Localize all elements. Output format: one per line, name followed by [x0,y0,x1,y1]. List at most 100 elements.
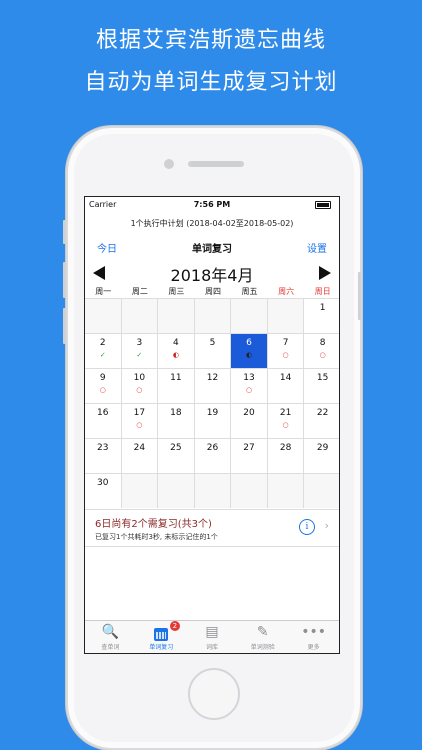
calendar-week-row: 2 ✓ 3 ✓ 4 ◐ 5 6 ◐ 7 ○ 8 ○ [85,333,339,368]
review-summary[interactable]: 6日尚有2个需复习(共3个) 已复习1个共耗时3秒, 未标示记住的1个 i › [85,509,339,547]
calendar-day-cell[interactable]: 27 [231,439,268,473]
day-number: 24 [133,443,146,453]
pending-circle-icon: ○ [282,421,289,429]
calendar-day-cell[interactable]: 14 [267,369,305,403]
calendar-day-cell[interactable]: 23 [85,439,122,473]
calendar-day-cell[interactable]: 16 [85,404,122,438]
day-number: 1 [319,303,326,313]
calendar-day-cell[interactable]: 22 [304,404,339,438]
calendar-empty-cell [304,474,339,508]
info-icon[interactable]: i [299,519,315,535]
tab-notebook[interactable]: ▤ 词库 [187,621,238,653]
tab-label: 更多 [307,644,320,651]
calendar-day-cell[interactable]: 25 [158,439,195,473]
review-summary-title: 6日尚有2个需复习(共3个) [95,519,212,530]
pending-circle-icon: ○ [282,351,289,359]
active-plan-label: 1个执行中计划 (2018-04-02至2018-05-02) [130,219,294,228]
calendar-day-cell[interactable]: 1 [304,299,339,333]
calendar-empty-cell [194,299,232,333]
nav-title: 单词复习 [192,244,232,255]
day-number: 16 [97,408,109,418]
tab-calendar[interactable]: 2 单词复习 [136,621,187,653]
tab-bar: 🔍 查单词 2 单词复习 ▤ 词库 ✎ 单词测验 ••• 更多 [85,620,339,653]
calendar-day-cell[interactable]: 26 [194,439,232,473]
day-number: 27 [243,443,255,453]
weekday-label: 周三 [168,287,185,296]
calendar-empty-cell [121,299,159,333]
day-number: 3 [136,338,143,348]
day-number: 4 [173,338,179,348]
tab-more[interactable]: ••• 更多 [288,621,339,653]
calendar-day-cell[interactable]: 30 [85,474,122,508]
weekday-label: 周五 [241,287,258,296]
calendar-day-cell[interactable]: 5 [194,334,232,368]
next-month-icon[interactable] [319,266,331,280]
weekday-label: 周六 [278,287,295,296]
weekday-label: 周一 [95,287,112,296]
more-icon: ••• [301,624,326,640]
tab-label: 单词测验 [250,644,275,651]
day-number: 13 [243,373,255,383]
calendar-day-cell[interactable]: 17 ○ [121,404,159,438]
status-bar: Carrier 7:56 PM [85,197,339,211]
day-number: 29 [316,443,329,453]
calendar-day-cell[interactable]: 3 ✓ [121,334,159,368]
tab-badge: 2 [169,621,180,631]
calendar-day-cell[interactable]: 19 [194,404,232,438]
calendar-day-cell[interactable]: 10 ○ [121,369,159,403]
calendar-day-cell[interactable]: 2 ✓ [85,334,122,368]
home-button[interactable] [188,668,240,720]
calendar-empty-cell [231,299,268,333]
calendar-day-cell[interactable]: 24 [121,439,159,473]
calendar-week-row: 16 17 ○ 18 19 20 21 ○ 22 [85,403,339,438]
check-icon: ✓ [136,351,143,359]
pending-circle-icon: ○ [245,386,253,394]
calendar-day-cell[interactable]: 7 ○ [267,334,305,368]
headline-line-2: 自动为单词生成复习计划 [84,70,338,95]
calendar-day-cell[interactable]: 9 ○ [85,369,122,403]
pending-circle-icon: ○ [319,351,326,359]
calendar-day-cell[interactable]: 18 [158,404,195,438]
tab-magnifier[interactable]: 🔍 查单词 [85,621,136,653]
calendar-day-cell[interactable]: 8 ○ [304,334,339,368]
calendar-day-cell[interactable]: 20 [231,404,268,438]
settings-button[interactable]: 设置 [307,240,327,255]
calendar-empty-cell [121,474,159,508]
calendar-day-cell[interactable]: 29 [304,439,339,473]
day-number: 14 [279,373,292,383]
day-number: 8 [319,338,326,348]
calendar-empty-cell [267,474,305,508]
calendar-day-cell[interactable]: 15 [304,369,339,403]
notebook-icon: ▤ [205,624,219,640]
review-summary-subtitle: 已复习1个共耗时3秒, 未标示记住的1个 [95,533,218,541]
calendar-day-cell[interactable]: 11 [158,369,195,403]
tab-edit[interactable]: ✎ 单词测验 [237,621,288,653]
tab-label: 词库 [205,644,218,651]
calendar-day-cell[interactable]: 13 ○ [231,369,268,403]
calendar-day-cell[interactable]: 6 ◐ [231,334,268,368]
month-header: 2018年4月 [85,263,339,285]
pending-circle-icon: ○ [136,386,143,394]
mute-switch [63,220,66,244]
calendar-empty-cell [158,474,195,508]
pending-circle-icon: ○ [99,386,106,394]
day-number: 19 [206,408,219,418]
calendar-week-row: 30 [85,473,339,508]
calendar-day-cell[interactable]: 28 [267,439,305,473]
calendar-week-row: 9 ○ 10 ○ 11 12 13 ○ 14 15 [85,368,339,403]
day-number: 2 [99,338,106,348]
day-number: 6 [246,338,252,348]
camera [164,159,174,169]
calendar-week-row: 1 [85,298,339,333]
day-number: 20 [243,408,255,418]
calendar-day-cell[interactable]: 12 [194,369,232,403]
headline-line-1: 根据艾宾浩斯遗忘曲线 [95,28,326,53]
calendar-empty-cell [194,474,232,508]
nav-bar: 今日 单词复习 设置 [85,237,339,255]
calendar-day-cell[interactable]: 21 ○ [267,404,305,438]
day-number: 26 [206,443,219,453]
weekday-label: 周日 [314,287,331,296]
calendar-day-cell[interactable]: 4 ◐ [158,334,195,368]
day-number: 10 [133,373,146,383]
status-time: 7:56 PM [193,200,231,209]
